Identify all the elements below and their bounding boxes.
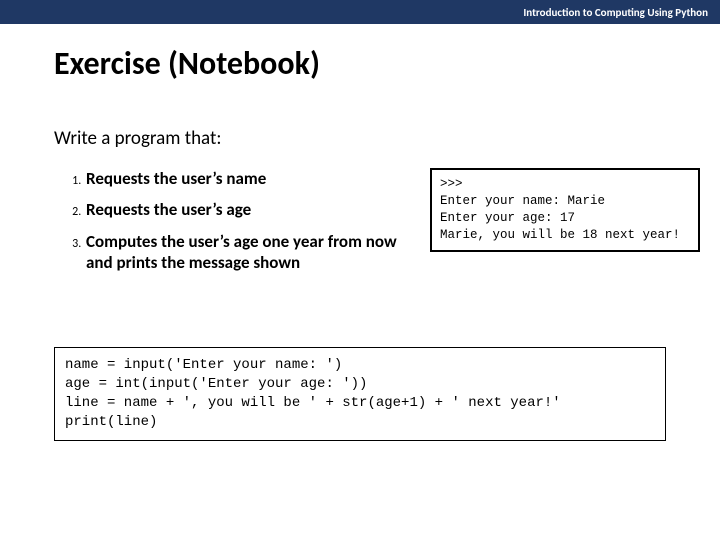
- content-columns: Requests the user’s name Requests the us…: [0, 150, 720, 283]
- slide-title: Exercise (Notebook): [0, 24, 720, 83]
- steps-column: Requests the user’s name Requests the us…: [54, 168, 424, 283]
- steps-list: Requests the user’s name Requests the us…: [54, 168, 424, 273]
- list-item: Requests the user’s name: [84, 168, 424, 189]
- terminal-column: >>> Enter your name: Marie Enter your ag…: [430, 168, 700, 283]
- exercise-prompt: Write a program that:: [0, 83, 720, 150]
- terminal-output: >>> Enter your name: Marie Enter your ag…: [430, 168, 700, 252]
- list-item: Computes the user’s age one year from no…: [84, 231, 424, 274]
- header-bar: Introduction to Computing Using Python: [0, 0, 720, 24]
- list-item: Requests the user’s age: [84, 199, 424, 220]
- course-label: Introduction to Computing Using Python: [523, 6, 708, 19]
- slide: Introduction to Computing Using Python E…: [0, 0, 720, 540]
- code-solution: name = input('Enter your name: ') age = …: [54, 347, 666, 441]
